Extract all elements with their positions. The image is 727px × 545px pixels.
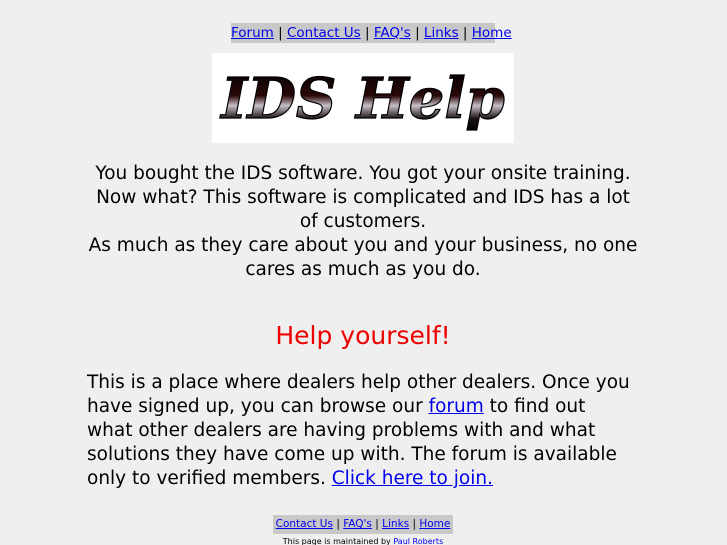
nav-separator: | bbox=[278, 25, 283, 41]
nav-links-link[interactable]: Links bbox=[424, 25, 459, 41]
maintainer-prefix: This page is maintained by bbox=[282, 537, 394, 545]
bottom-faq-link[interactable]: FAQ's bbox=[343, 518, 372, 530]
logo-text: IDS Help bbox=[219, 66, 505, 132]
maintainer-link[interactable]: Paul Roberts bbox=[393, 537, 443, 545]
intro-line-1: You bought the IDS software. You got you… bbox=[95, 163, 631, 184]
body-paragraph: This is a place where dealers help other… bbox=[87, 371, 632, 491]
maintainer-note: This page is maintained by Paul Roberts bbox=[200, 536, 526, 545]
nav-separator: | bbox=[462, 25, 468, 41]
nav-separator: | bbox=[336, 518, 340, 530]
bottom-home-link[interactable]: Home bbox=[419, 518, 450, 530]
intro-line-2: Now what? This software is complicated a… bbox=[96, 187, 630, 232]
logo-graphic: IDS Help bbox=[219, 65, 506, 132]
intro-line-3: As much as they care about you and your … bbox=[88, 235, 638, 280]
nav-separator: | bbox=[365, 25, 370, 41]
nav-separator: | bbox=[415, 25, 420, 41]
nav-faq-link[interactable]: FAQ's bbox=[374, 25, 411, 41]
bottom-contact-link[interactable]: Contact Us bbox=[276, 518, 333, 530]
nav-contact-link[interactable]: Contact Us bbox=[287, 25, 361, 41]
nav-separator: | bbox=[375, 518, 379, 530]
nav-separator: | bbox=[412, 518, 417, 530]
page: Forum | Contact Us | FAQ's | Links | Hom… bbox=[0, 0, 727, 545]
forum-link[interactable]: forum bbox=[429, 396, 484, 417]
top-nav: Forum | Contact Us | FAQ's | Links | Hom… bbox=[231, 23, 512, 43]
nav-home-link[interactable]: Home bbox=[472, 25, 512, 41]
bottom-links-link[interactable]: Links bbox=[382, 518, 409, 530]
intro-section: You bought the IDS software. You got you… bbox=[88, 162, 638, 282]
join-link[interactable]: Click here to join. bbox=[332, 468, 493, 489]
ids-help-logo: IDS Help bbox=[212, 53, 514, 143]
bottom-nav: Contact Us | FAQ's | Links | Home bbox=[273, 515, 453, 534]
help-yourself-heading: Help yourself! bbox=[275, 321, 451, 350]
nav-forum-link[interactable]: Forum bbox=[231, 25, 274, 41]
